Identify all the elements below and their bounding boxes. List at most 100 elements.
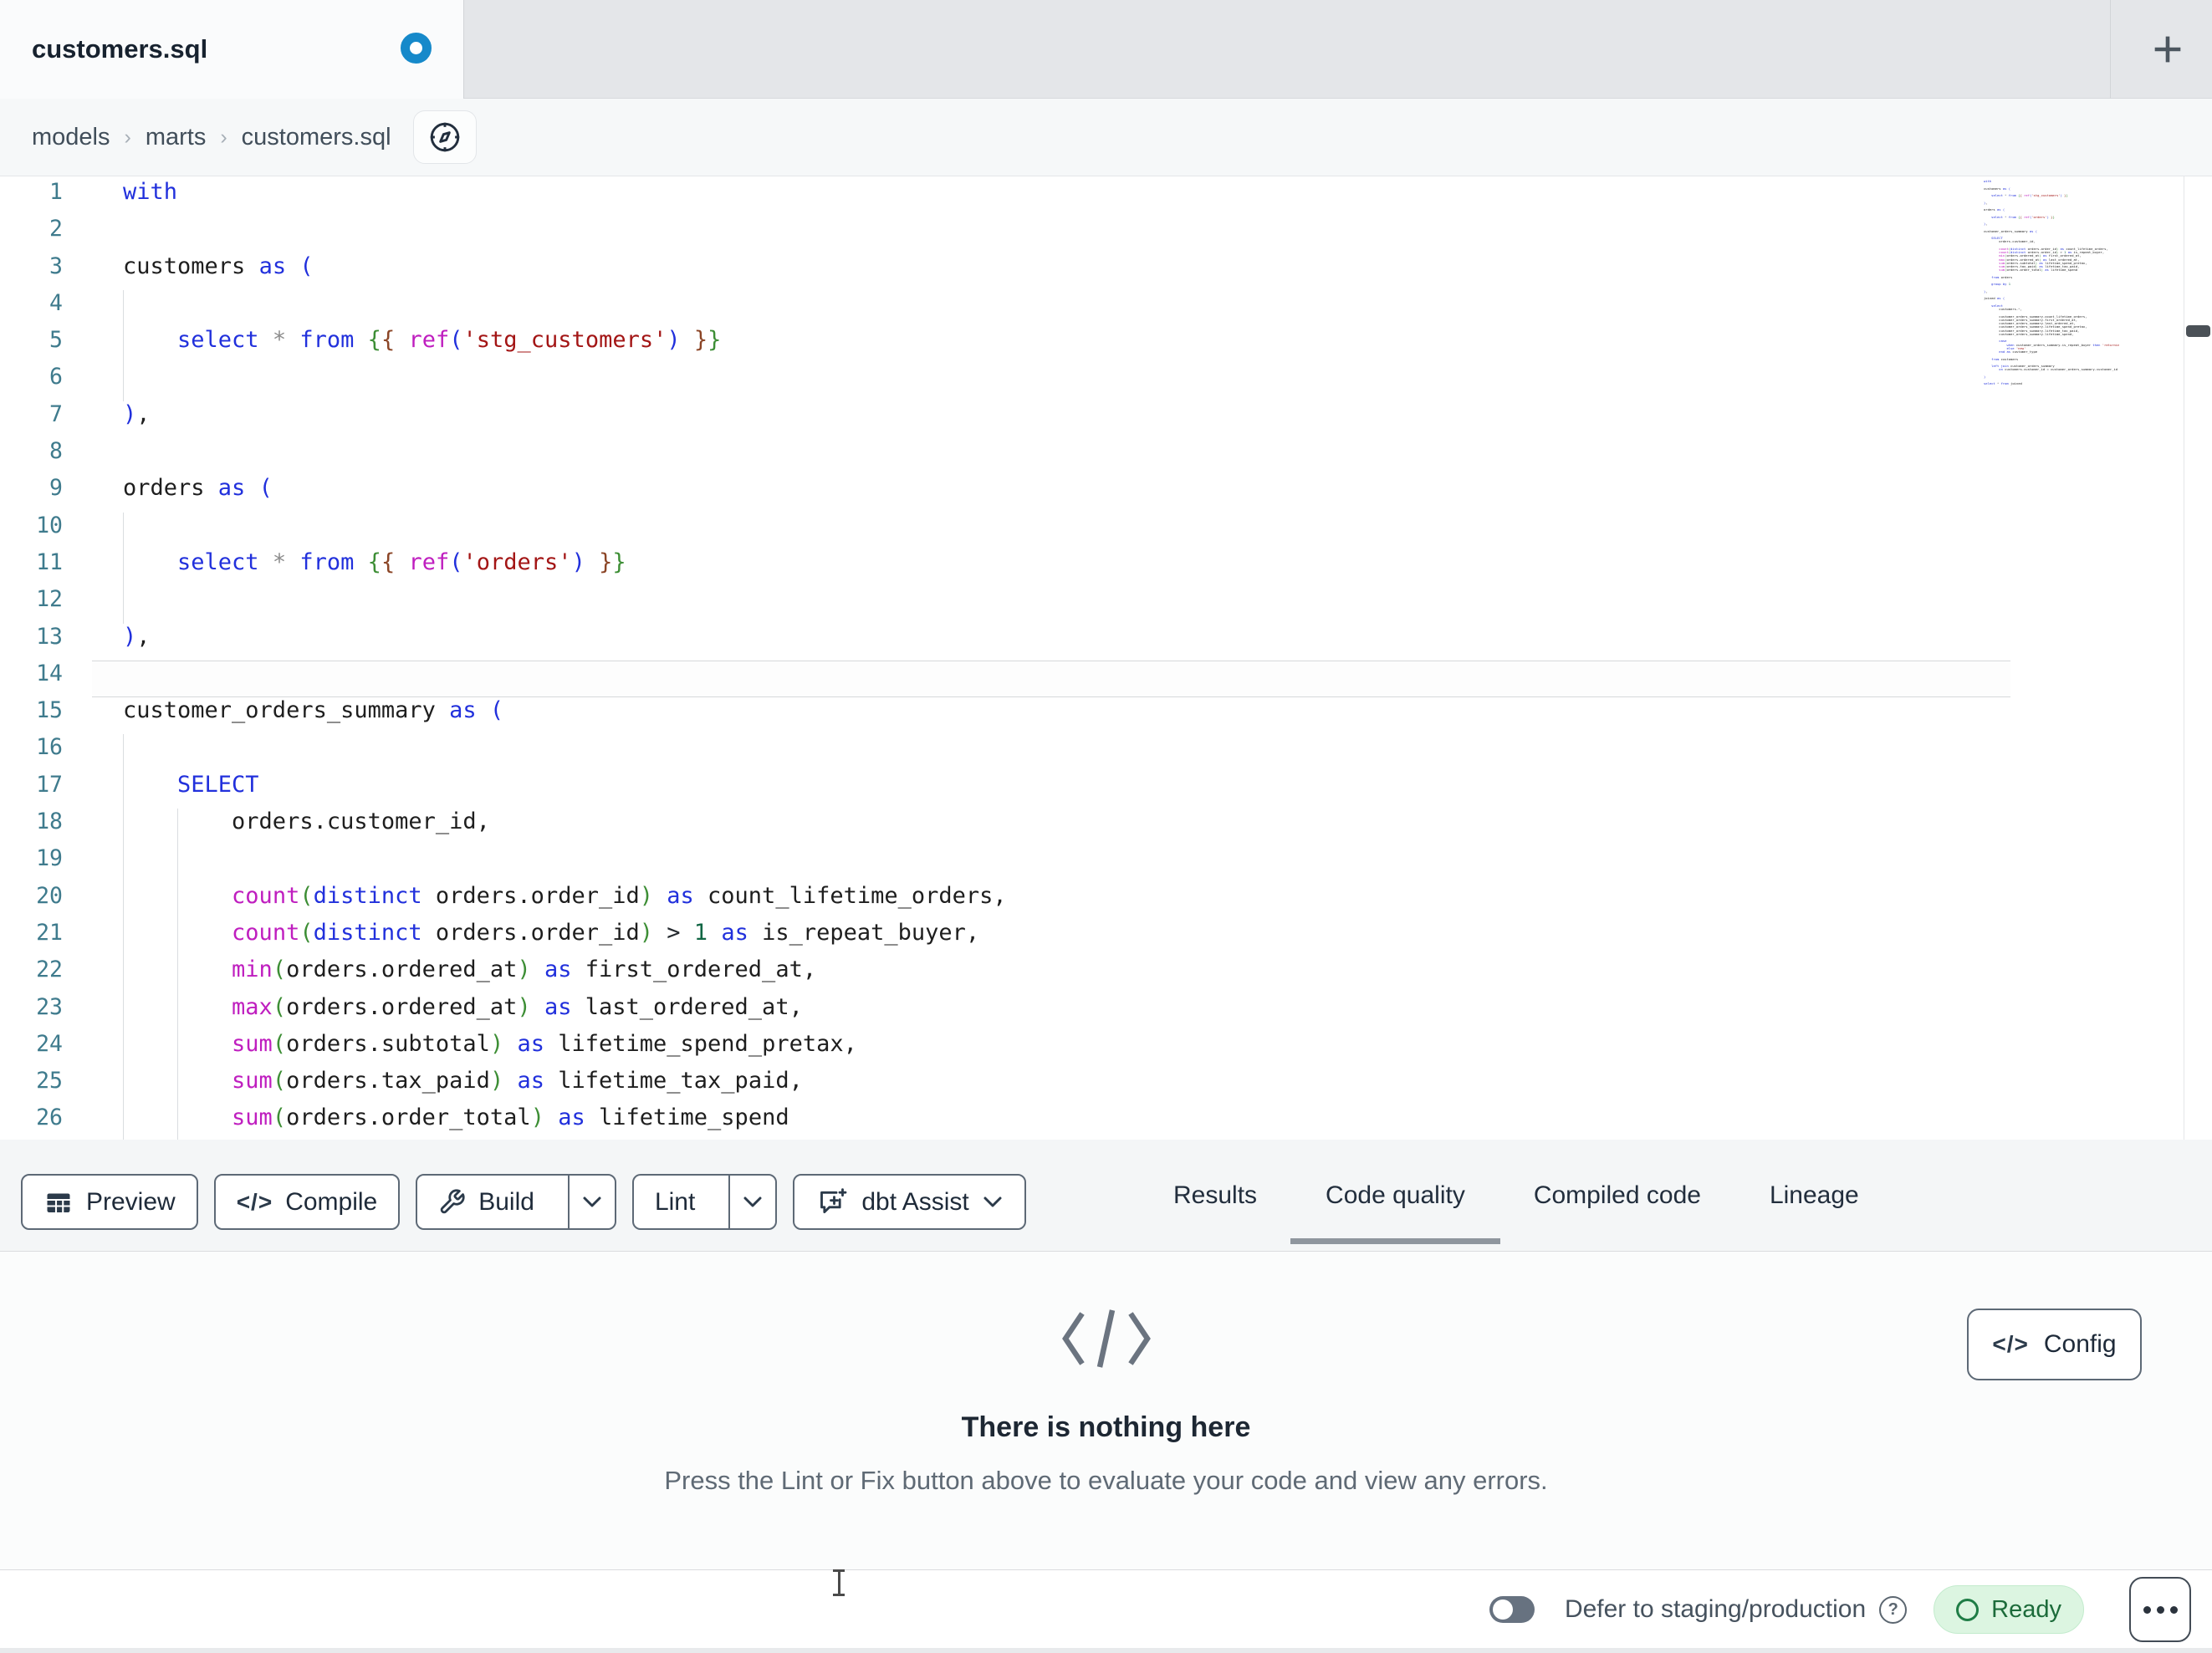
chevron-down-icon: [743, 1196, 762, 1207]
toolbar-buttons: Preview </> Compile Build Lint dbt Assis…: [21, 1174, 1026, 1230]
status-ring-icon: [1956, 1598, 1980, 1621]
breadcrumb: models › marts › customers.sql: [32, 124, 391, 151]
help-icon[interactable]: ?: [1879, 1595, 1908, 1624]
ellipsis-icon: [2169, 1605, 2178, 1614]
minimap[interactable]: with customers as ( select * from {{ ref…: [1984, 180, 2119, 390]
defer-toggle[interactable]: [1489, 1596, 1535, 1623]
code-line[interactable]: [92, 438, 2010, 475]
line-number: 12: [36, 586, 63, 613]
code-line[interactable]: ),: [92, 401, 2010, 438]
file-tab-strip: customers.sql: [0, 0, 2212, 99]
line-number: 19: [36, 845, 63, 872]
code-line[interactable]: [92, 289, 2010, 328]
code-line[interactable]: orders as (: [92, 475, 2010, 512]
empty-state: There is nothing here Press the Lint or …: [521, 1304, 1692, 1496]
code-line[interactable]: orders.customer_id,: [92, 809, 2010, 846]
build-dropdown-button[interactable]: [567, 1176, 615, 1228]
ide-status-label: Ready: [1991, 1595, 2061, 1623]
code-line[interactable]: min(orders.ordered_at) as first_ordered_…: [92, 957, 2010, 994]
compass-icon: [430, 122, 459, 152]
code-line[interactable]: sum(orders.tax_paid) as lifetime_tax_pai…: [92, 1068, 2010, 1105]
code-line[interactable]: sum(orders.subtotal) as lifetime_spend_p…: [92, 1030, 2010, 1069]
code-line[interactable]: max(orders.ordered_at) as last_ordered_a…: [92, 993, 2010, 1031]
build-button[interactable]: Build: [417, 1176, 555, 1228]
overflow-menu-button[interactable]: [2129, 1577, 2191, 1642]
unsaved-changes-dot-icon: [401, 33, 432, 64]
ide-status-badge[interactable]: Ready: [1934, 1585, 2084, 1634]
code-line[interactable]: [92, 734, 2010, 772]
code-line[interactable]: select * from {{ ref('stg_customers') }}: [92, 327, 2010, 365]
dbt-cloud-ide: customers.sql models › marts › customers.sql: [0, 0, 2212, 1653]
breadcrumb-item-customers-sql[interactable]: customers.sql: [242, 124, 391, 151]
navigate-to-file-button[interactable]: [412, 110, 477, 164]
code-line[interactable]: count(distinct orders.order_id) > 1 as i…: [92, 919, 2010, 957]
preview-label: Preview: [86, 1187, 176, 1216]
tab-results[interactable]: Results: [1173, 1140, 1257, 1252]
line-number: 15: [36, 697, 63, 724]
dbt-assist-button[interactable]: dbt Assist: [793, 1174, 1026, 1230]
code-editor[interactable]: 1 2 3 4 5 6 7 8 9 10 11 12 13 14 15 16 17 18 19 20 21 22 23 24 2…: [0, 176, 2212, 1142]
line-number-gutter: 1 2 3 4 5 6 7 8 9 10 11 12 13 14 15 16 17 18 19 20 21 22 23 24 2…: [0, 179, 88, 1142]
code-line[interactable]: count(distinct orders.order_id) as count…: [92, 882, 2010, 920]
line-number: 2: [49, 216, 63, 242]
empty-state-title: There is nothing here: [961, 1411, 1251, 1443]
compile-button[interactable]: </> Compile: [213, 1174, 401, 1230]
config-button[interactable]: </> Config: [1967, 1309, 2142, 1380]
new-tab-button[interactable]: [2123, 0, 2212, 99]
tab-compiled-code[interactable]: Compiled code: [1534, 1140, 1701, 1252]
line-number: 21: [36, 919, 63, 946]
code-line[interactable]: ),: [92, 624, 2010, 661]
line-number: 14: [36, 660, 63, 686]
line-number: 17: [36, 771, 63, 798]
scrollbar-thumb[interactable]: [2186, 325, 2210, 337]
window-edge: [0, 1648, 2212, 1653]
code-line[interactable]: [92, 364, 2010, 401]
code-line[interactable]: [92, 216, 2010, 253]
code-line[interactable]: customer_orders_summary as (: [92, 697, 2010, 734]
breadcrumb-item-marts[interactable]: marts: [146, 124, 207, 151]
line-number: 11: [36, 548, 63, 575]
breadcrumb-separator: ›: [124, 125, 131, 149]
breadcrumb-item-models[interactable]: models: [32, 124, 110, 151]
code-icon: </>: [1992, 1331, 2029, 1357]
build-split-button: Build: [416, 1174, 616, 1230]
table-grid-icon: [47, 1193, 70, 1212]
empty-state-subtitle: Press the Lint or Fix button above to ev…: [664, 1466, 1548, 1495]
code-icon: </>: [236, 1188, 273, 1215]
code-line[interactable]: sum(orders.order_total) as lifetime_spen…: [92, 1105, 2010, 1142]
file-tab-title: customers.sql: [32, 34, 208, 64]
preview-button[interactable]: Preview: [21, 1174, 198, 1230]
defer-label: Defer to staging/production: [1564, 1595, 1867, 1623]
line-number: 16: [36, 734, 63, 761]
chevron-down-icon: [983, 1196, 1002, 1207]
line-number: 20: [36, 882, 63, 909]
lint-label: Lint: [654, 1187, 696, 1216]
ellipsis-icon: [2143, 1605, 2151, 1614]
chevron-down-icon: [583, 1196, 601, 1207]
tab-lineage[interactable]: Lineage: [1770, 1140, 1859, 1252]
code-line[interactable]: [92, 845, 2010, 883]
line-number: 13: [36, 623, 63, 650]
lint-dropdown-button[interactable]: [728, 1176, 775, 1228]
code-line[interactable]: with: [92, 179, 2010, 216]
code-line[interactable]: select * from {{ ref('orders') }}: [92, 548, 2010, 587]
chat-sparkle-icon: [820, 1187, 847, 1213]
code-line[interactable]: [92, 512, 2010, 549]
dbt-assist-label: dbt Assist: [861, 1187, 969, 1216]
lint-button[interactable]: Lint: [634, 1176, 716, 1228]
line-number: 5: [49, 327, 63, 354]
status-bar-right: Defer to staging/production ? Ready: [1489, 1570, 2191, 1649]
text-cursor-pointer: [830, 1567, 848, 1599]
tab-code-quality[interactable]: Code quality: [1290, 1140, 1500, 1252]
line-number: 10: [36, 512, 63, 538]
line-number: 22: [36, 957, 63, 983]
code-line-active[interactable]: [92, 660, 2010, 698]
code-line[interactable]: [92, 586, 2010, 624]
tab-strip-divider: [2110, 0, 2111, 99]
code-content[interactable]: with customers as ( select * from {{ ref(…: [92, 179, 2010, 1142]
line-number: 3: [49, 253, 63, 279]
code-line[interactable]: customers as (: [92, 253, 2010, 290]
line-number: 26: [36, 1105, 63, 1131]
code-line[interactable]: SELECT: [92, 771, 2010, 809]
file-tab-customers-sql[interactable]: customers.sql: [0, 0, 464, 99]
